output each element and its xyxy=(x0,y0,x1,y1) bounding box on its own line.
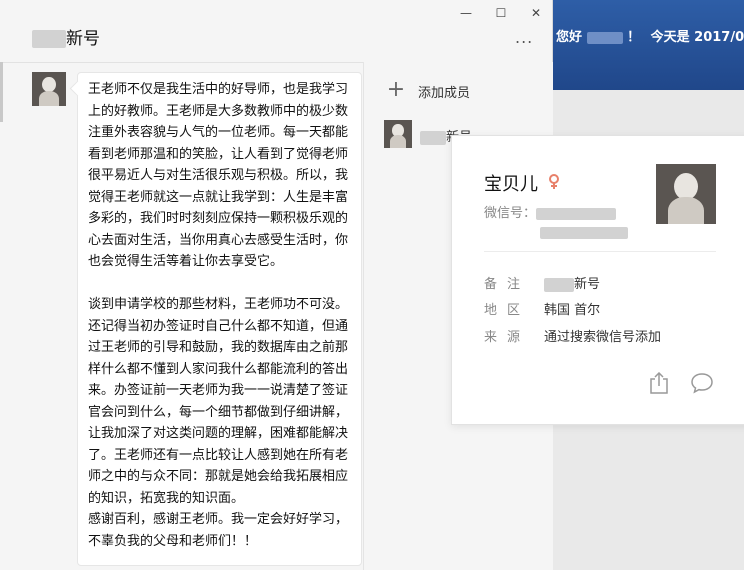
redacted-remark-prefix xyxy=(544,277,574,292)
bubble-arrow xyxy=(69,80,86,97)
message-text: 王老师不仅是我生活中的好导师，也是我学习上的好教师。王老师是大多数教师中的极少数… xyxy=(88,82,349,549)
sender-avatar[interactable] xyxy=(32,72,66,106)
chat-titlebar: 新号 — ☐ ✕ ... xyxy=(0,0,552,63)
date-text: 今天是 2017/07/ xyxy=(650,30,744,45)
female-icon xyxy=(547,174,561,194)
region-row: 地区 韩国 首尔 xyxy=(484,299,724,319)
remark-row: 备注 新号 xyxy=(484,273,724,293)
divider xyxy=(484,251,716,252)
maximize-button[interactable]: ☐ xyxy=(491,4,511,22)
minimize-button[interactable]: — xyxy=(456,4,476,22)
redacted-member-prefix xyxy=(420,130,446,145)
add-member-label: 添加成员 xyxy=(418,86,471,101)
background-greeting: 您好 ！ 今天是 2017/07/ xyxy=(556,26,744,45)
remark-label: 备注 xyxy=(484,277,531,292)
more-icon[interactable]: ... xyxy=(515,28,533,47)
remark-value[interactable]: 新号 xyxy=(544,273,600,292)
source-label: 来源 xyxy=(484,330,531,345)
profile-card: 宝贝儿 微信号： 备注 新号 地区 韩国 首尔 来源 通过搜索微信号添加 xyxy=(451,135,744,425)
region-value: 韩国 首尔 xyxy=(544,303,601,318)
share-icon[interactable] xyxy=(649,371,669,394)
message-icon[interactable] xyxy=(690,372,714,394)
background-banner: 您好 ！ 今天是 2017/07/ xyxy=(548,0,744,90)
message-bubble: 王老师不仅是我生活中的好导师，也是我学习上的好教师。王老师是大多数教师中的极少数… xyxy=(69,72,362,566)
redacted-title-prefix xyxy=(32,30,66,48)
source-row: 来源 通过搜索微信号添加 xyxy=(484,326,724,346)
member-avatar xyxy=(384,120,412,148)
profile-avatar[interactable] xyxy=(656,164,716,224)
redacted-wechat-id-2 xyxy=(540,227,628,239)
source-value: 通过搜索微信号添加 xyxy=(544,330,662,345)
chat-title: 新号 xyxy=(32,24,100,49)
plus-icon: + xyxy=(386,77,406,102)
region-label: 地区 xyxy=(484,303,531,318)
redacted-username xyxy=(586,31,623,44)
scrollbar[interactable] xyxy=(0,62,3,122)
wechat-id: 微信号： xyxy=(484,202,628,239)
redacted-wechat-id xyxy=(536,207,617,220)
close-button[interactable]: ✕ xyxy=(526,4,546,22)
profile-nickname: 宝贝儿 xyxy=(484,174,538,195)
